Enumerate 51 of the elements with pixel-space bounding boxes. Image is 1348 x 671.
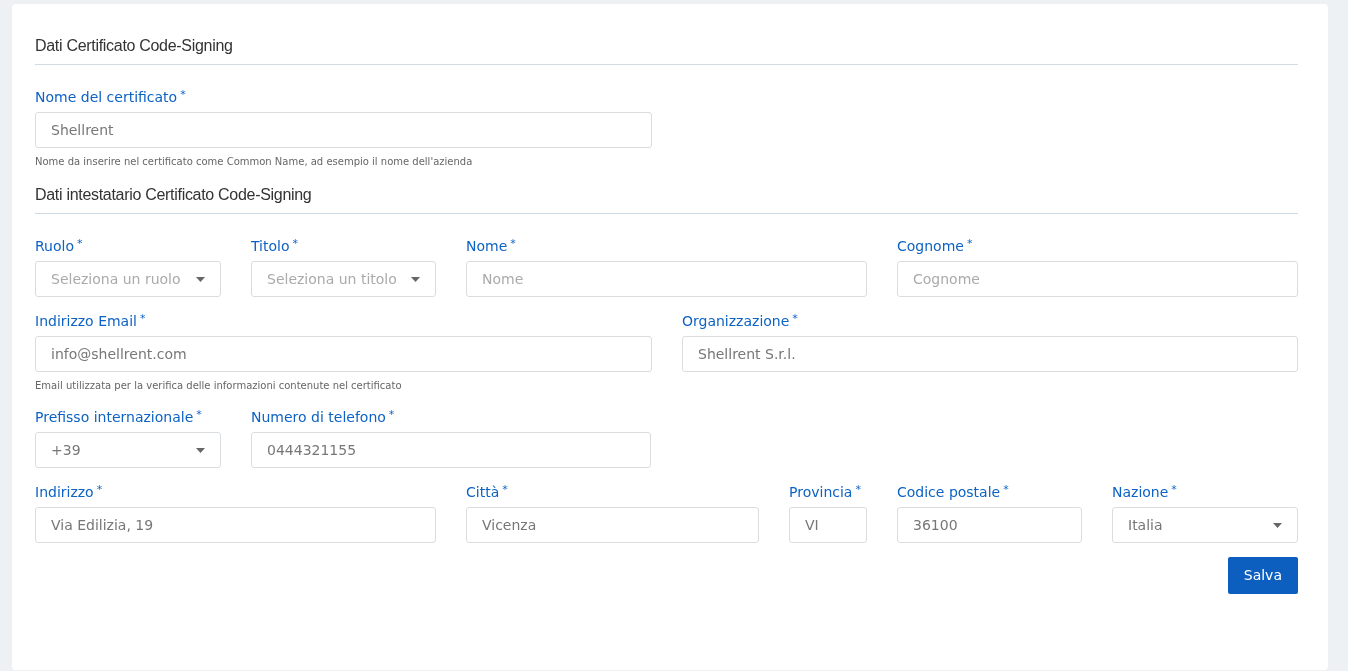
field-label: Città * xyxy=(466,482,509,502)
input-field[interactable]: 0444321155 xyxy=(251,432,651,468)
required-asterisk: * xyxy=(140,312,146,325)
select-field[interactable]: +39 xyxy=(35,432,221,468)
input-field[interactable]: VI xyxy=(789,507,867,543)
select-field[interactable]: Seleziona un ruolo xyxy=(35,261,221,297)
required-asterisk: * xyxy=(966,237,973,250)
required-asterisk: * xyxy=(1003,483,1009,496)
required-asterisk: * xyxy=(96,483,103,496)
input-field[interactable]: 36100 xyxy=(897,507,1082,543)
required-asterisk: * xyxy=(180,88,186,101)
field-label: Provincia * xyxy=(789,482,862,502)
caret-icon xyxy=(1273,522,1282,528)
section-heading: Dati intestatario Certificato Code-Signing xyxy=(35,183,1298,214)
caret-icon xyxy=(196,447,205,453)
section-heading: Dati Certificato Code-Signing xyxy=(35,34,1298,65)
save-button[interactable]: Salva xyxy=(1227,557,1298,594)
caret-icon xyxy=(196,276,205,282)
required-asterisk: * xyxy=(1171,483,1177,496)
input-field[interactable]: Shellrent S.r.l. xyxy=(682,336,1298,372)
required-asterisk: * xyxy=(510,237,516,250)
field-label: Organizzazione * xyxy=(682,311,799,331)
required-asterisk: * xyxy=(502,483,508,496)
help-text: Email utilizzata per la verifica delle informazioni contenute nel certificato xyxy=(35,379,403,393)
required-asterisk: * xyxy=(388,408,395,421)
required-asterisk: * xyxy=(792,312,798,325)
input-field[interactable]: Via Edilizia, 19 xyxy=(35,507,436,543)
required-asterisk: * xyxy=(196,408,202,421)
field-label: Indirizzo * xyxy=(35,482,104,502)
field-label: Nome * xyxy=(466,236,517,256)
input-field[interactable]: Nome xyxy=(466,261,867,297)
input-field[interactable]: Cognome xyxy=(897,261,1298,297)
field-label: Nazione * xyxy=(1112,482,1178,502)
field-label: Indirizzo Email * xyxy=(35,311,147,331)
required-asterisk: * xyxy=(855,483,861,496)
field-label: Codice postale * xyxy=(897,482,1010,502)
select-field[interactable]: Seleziona un titolo xyxy=(251,261,436,297)
field-label: Titolo * xyxy=(251,236,300,256)
select-field[interactable]: Italia xyxy=(1112,507,1298,543)
field-label: Cognome * xyxy=(897,236,974,256)
caret-icon xyxy=(411,276,420,282)
required-asterisk: * xyxy=(77,237,83,250)
field-label: Ruolo * xyxy=(35,236,84,256)
input-field[interactable]: Shellrent xyxy=(35,112,652,148)
input-field[interactable]: info@shellrent.com xyxy=(35,336,652,372)
help-text: Nome da inserire nel certificato come Common Name, ad esempio il nome dell'azienda xyxy=(35,155,474,169)
field-label: Prefisso internazionale * xyxy=(35,407,203,427)
required-asterisk: * xyxy=(292,237,299,250)
input-field[interactable]: Vicenza xyxy=(466,507,759,543)
field-label: Nome del certificato * xyxy=(35,87,187,107)
field-label: Numero di telefono * xyxy=(251,407,396,427)
